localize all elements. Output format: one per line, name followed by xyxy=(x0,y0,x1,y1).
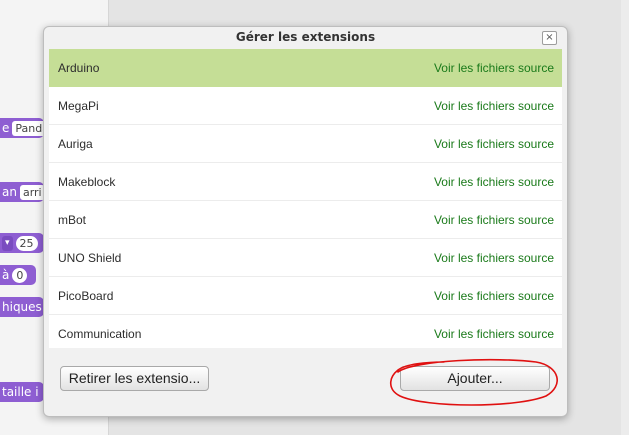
view-source-link[interactable]: Voir les fichiers source xyxy=(434,239,554,277)
palette-block[interactable]: an arri xyxy=(0,182,44,202)
block-text: taille i xyxy=(2,385,39,399)
extension-row-auriga[interactable]: Auriga Voir les fichiers source xyxy=(49,125,562,163)
extension-name: Auriga xyxy=(58,137,93,151)
annotation-circle xyxy=(389,358,558,406)
extension-name: mBot xyxy=(58,213,87,227)
view-source-link[interactable]: Voir les fichiers source xyxy=(434,163,554,201)
view-source-link[interactable]: Voir les fichiers source xyxy=(434,315,554,348)
extension-list: Arduino Voir les fichiers source MegaPi … xyxy=(49,49,562,348)
block-number-slot[interactable]: 25 xyxy=(15,235,38,251)
extension-name: Makeblock xyxy=(58,175,116,189)
extension-row-picoboard[interactable]: PicoBoard Voir les fichiers source xyxy=(49,277,562,315)
extension-name: PicoBoard xyxy=(58,289,114,303)
extension-row-megapi[interactable]: MegaPi Voir les fichiers source xyxy=(49,87,562,125)
palette-block[interactable]: e Panda xyxy=(0,118,44,138)
close-icon[interactable]: × xyxy=(542,31,557,45)
dropdown-arrow-icon[interactable]: ▾ xyxy=(2,235,13,251)
palette-block[interactable]: hiques xyxy=(0,297,44,317)
block-text: à xyxy=(2,268,10,282)
palette-block[interactable]: ▾ 25 xyxy=(0,233,44,253)
view-source-link[interactable]: Voir les fichiers source xyxy=(434,125,554,163)
extension-row-makeblock[interactable]: Makeblock Voir les fichiers source xyxy=(49,163,562,201)
extension-row-communication[interactable]: Communication Voir les fichiers source xyxy=(49,315,562,348)
extension-row-arduino[interactable]: Arduino Voir les fichiers source xyxy=(49,49,562,87)
view-source-link[interactable]: Voir les fichiers source xyxy=(434,277,554,315)
view-source-link[interactable]: Voir les fichiers source xyxy=(434,49,554,87)
remove-extension-button[interactable]: Retirer les extensio... xyxy=(60,366,209,391)
palette-block[interactable]: à 0 xyxy=(0,265,36,285)
block-text: hiques xyxy=(2,300,42,314)
extension-row-uno-shield[interactable]: UNO Shield Voir les fichiers source xyxy=(49,239,562,277)
dialog-title: Gérer les extensions xyxy=(235,30,376,44)
block-slot[interactable]: arri xyxy=(19,184,44,200)
extension-name: Communication xyxy=(58,327,142,341)
extension-row-mbot[interactable]: mBot Voir les fichiers source xyxy=(49,201,562,239)
block-text: an xyxy=(2,185,17,199)
extension-name: MegaPi xyxy=(58,99,99,113)
view-source-link[interactable]: Voir les fichiers source xyxy=(434,201,554,239)
view-source-link[interactable]: Voir les fichiers source xyxy=(434,87,554,125)
extension-name: Arduino xyxy=(58,61,100,75)
block-slot[interactable]: Panda xyxy=(12,120,44,136)
palette-block[interactable]: taille i xyxy=(0,382,44,402)
extension-name: UNO Shield xyxy=(58,251,122,265)
block-number-slot[interactable]: 0 xyxy=(12,267,28,283)
block-text: e xyxy=(2,121,10,135)
